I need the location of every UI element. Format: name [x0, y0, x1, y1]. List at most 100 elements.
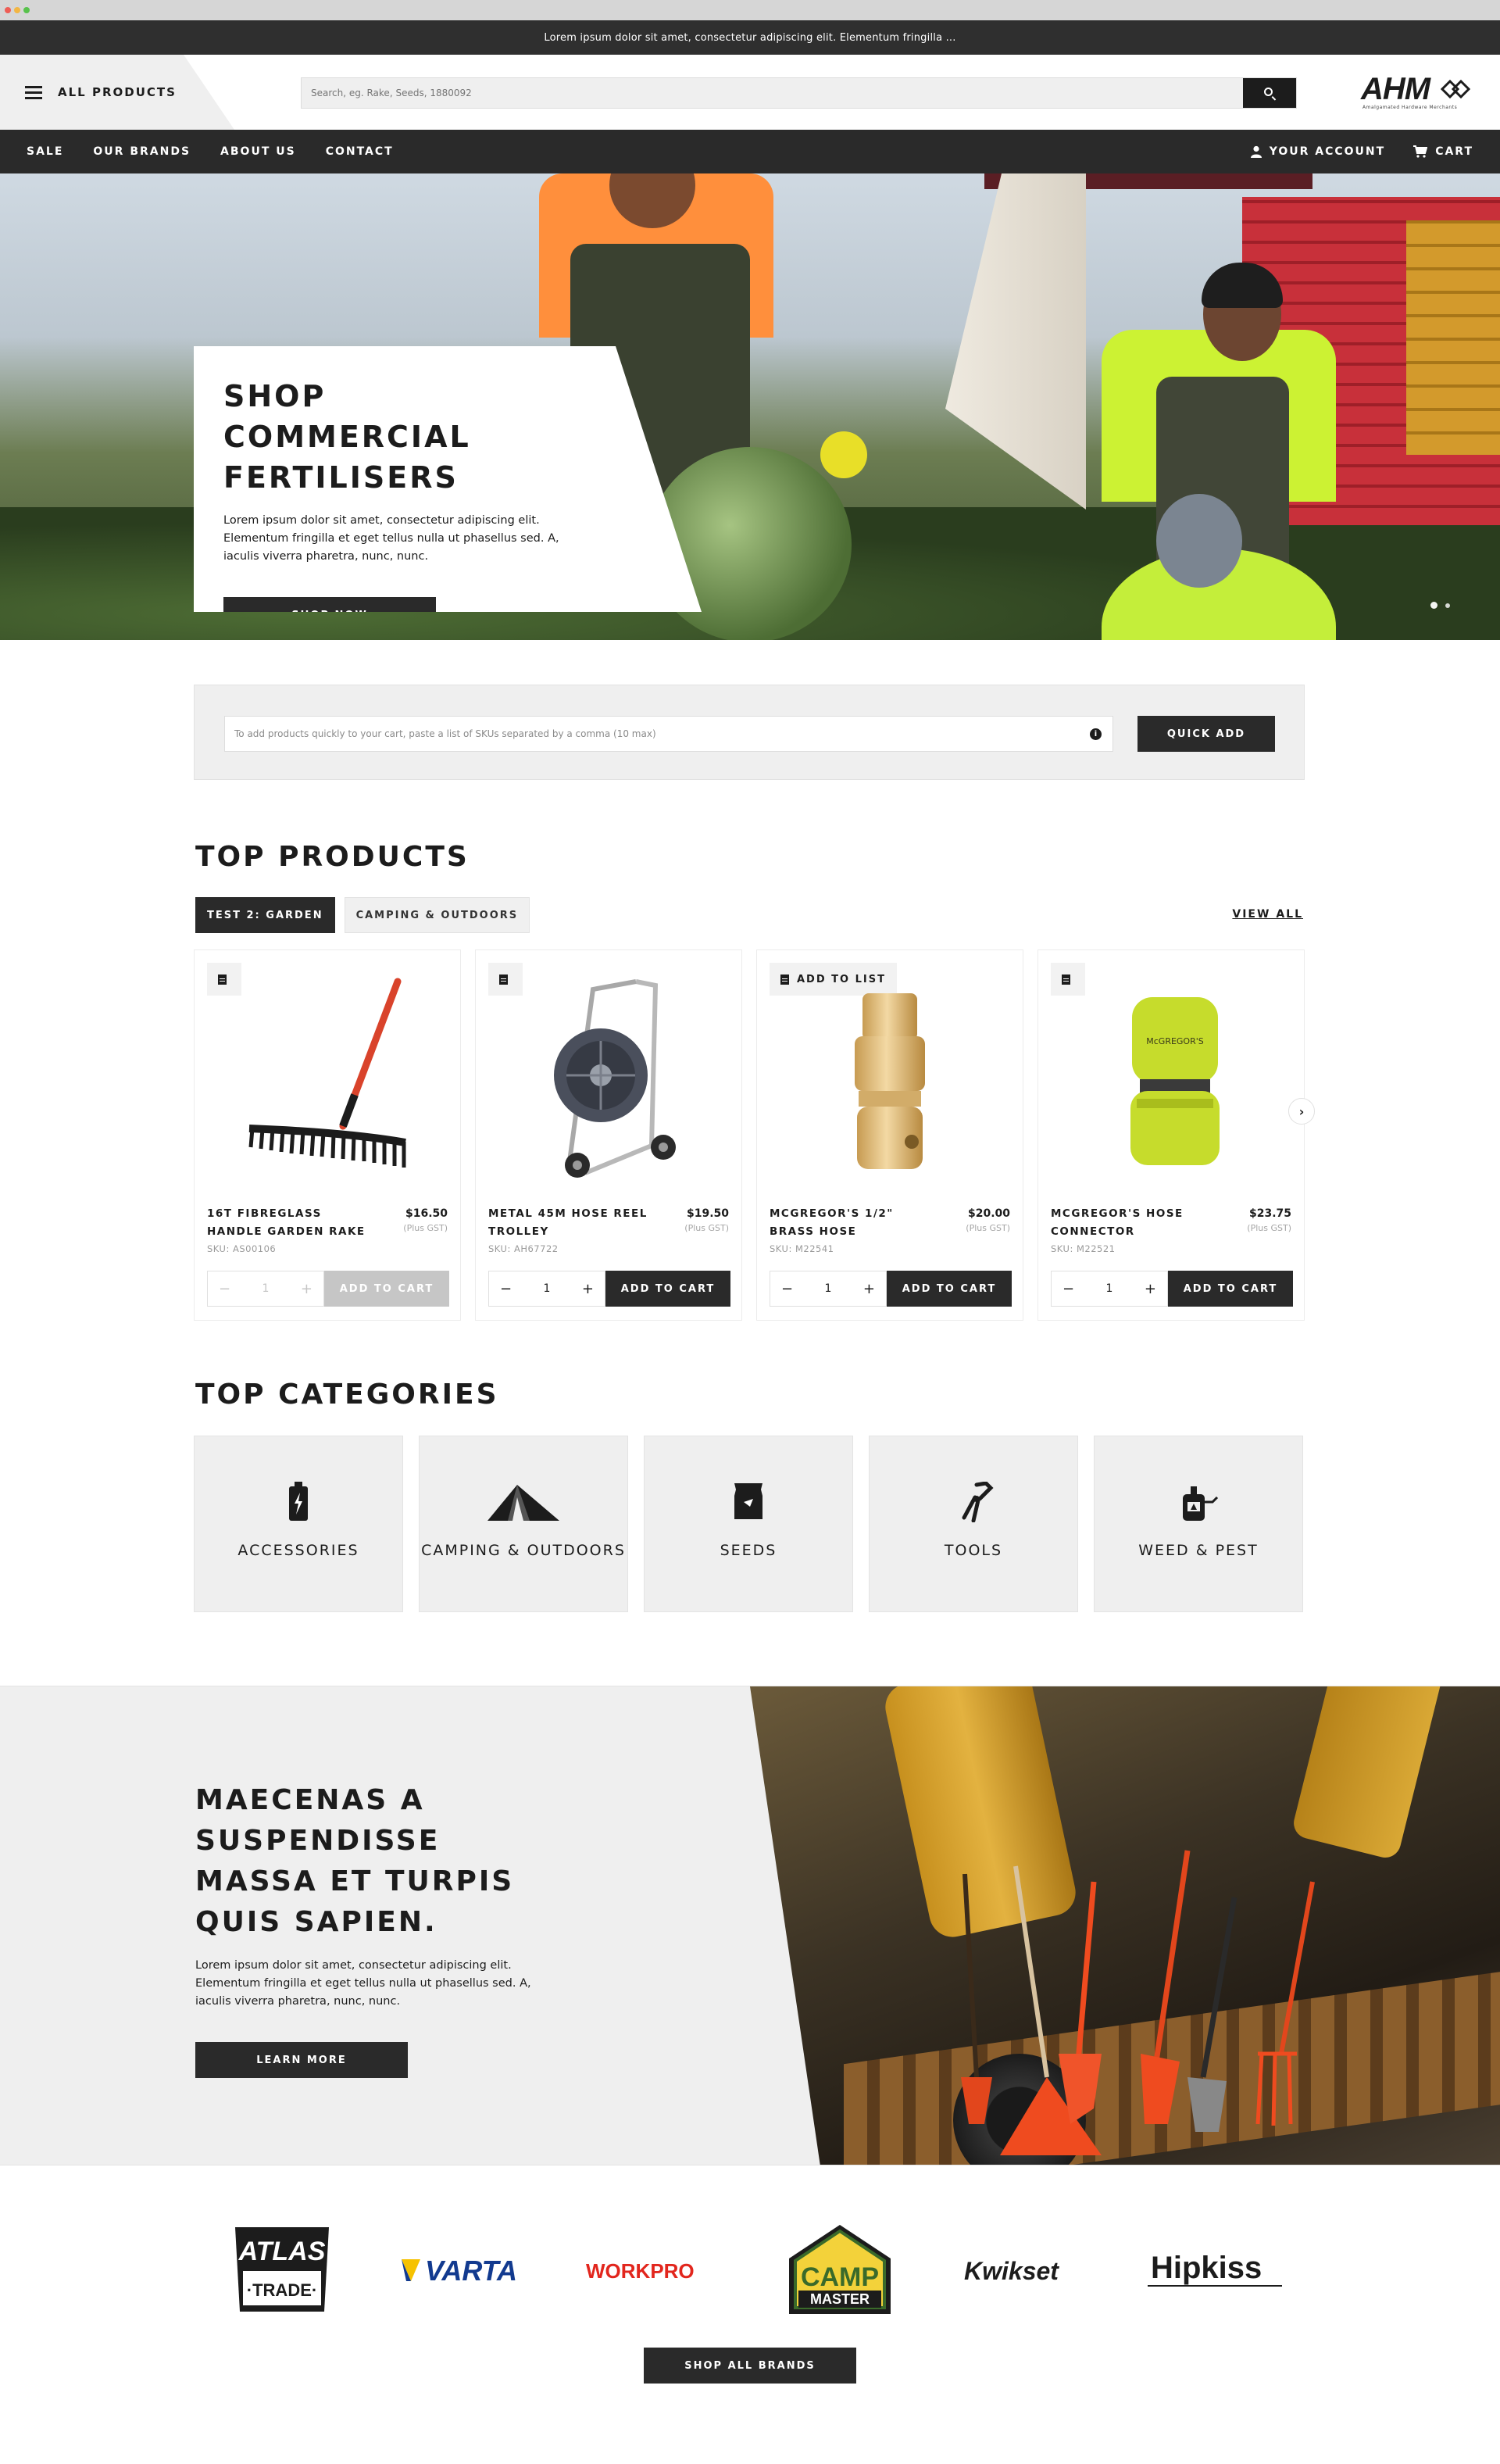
all-products-label: ALL PRODUCTS	[58, 85, 177, 99]
minimize-window-icon[interactable]	[14, 7, 20, 13]
add-to-cart-button[interactable]: ADD TO CART	[1168, 1271, 1293, 1307]
garden-tools-illustration	[961, 1850, 1315, 2155]
category-name: SEEDS	[720, 1542, 777, 1559]
add-to-cart-button[interactable]: ADD TO CART	[605, 1271, 730, 1307]
qty-minus-button[interactable]: −	[781, 1281, 793, 1297]
promo-banner: MAECENAS A SUSPENDISSE MASSA ET TURPIS Q…	[0, 1686, 1500, 2165]
category-name: ACCESSORIES	[238, 1542, 359, 1559]
tab-garden[interactable]: TEST 2: GARDEN	[195, 897, 335, 933]
quick-add-button[interactable]: QUICK ADD	[1138, 716, 1275, 752]
qty-value[interactable]: 1	[825, 1282, 832, 1295]
qty-minus-button[interactable]: −	[500, 1281, 512, 1297]
brand-camp-master-logo[interactable]: CAMP MASTER	[781, 2219, 898, 2321]
nav-our-brands[interactable]: OUR BRANDS	[93, 145, 191, 158]
close-window-icon[interactable]	[5, 7, 11, 13]
view-all-link[interactable]: VIEW ALL	[1232, 908, 1303, 921]
carousel-next-button[interactable]: ›	[1288, 1098, 1315, 1125]
price-gst-note: (Plus GST)	[966, 1223, 1010, 1233]
add-to-cart-button[interactable]: ADD TO CART	[887, 1271, 1012, 1307]
product-tabs: TEST 2: GARDEN CAMPING & OUTDOORS	[195, 897, 539, 933]
search-button[interactable]	[1243, 78, 1296, 108]
promo-title: MAECENAS A SUSPENDISSE MASSA ET TURPIS Q…	[195, 1784, 515, 1938]
tab-camping-outdoors[interactable]: CAMPING & OUTDOORS	[344, 897, 530, 933]
qty-minus-button[interactable]: −	[219, 1281, 230, 1297]
product-sku: SKU: M22521	[1051, 1243, 1116, 1254]
hipkiss-logo-text: Hipkiss	[1151, 2251, 1262, 2285]
qty-plus-button[interactable]: +	[301, 1281, 312, 1297]
slide-dot-2[interactable]	[1445, 603, 1450, 608]
nav-sale[interactable]: SALE	[27, 145, 63, 158]
search-input[interactable]	[302, 78, 1243, 108]
product-name[interactable]: MCGREGOR'S HOSE CONNECTOR	[1051, 1205, 1215, 1241]
battery-icon	[289, 1482, 308, 1521]
qty-value[interactable]: 1	[544, 1282, 551, 1295]
shop-all-brands-button[interactable]: SHOP ALL BRANDS	[644, 2348, 856, 2384]
browser-chrome	[0, 0, 1500, 20]
tent-icon	[488, 1485, 559, 1521]
category-grid: ACCESSORIES CAMPING & OUTDOORS SEEDS TOO…	[194, 1436, 1305, 1612]
brand-logos-row: ATLAS ·TRADE· VARTA WORKPRO CAMP MASTER …	[0, 2219, 1500, 2344]
connector-product-label: McGREGOR'S	[1146, 1036, 1204, 1046]
brand-workpro-logo[interactable]: WORKPRO	[586, 2219, 727, 2321]
product-name[interactable]: METAL 45M HOSE REEL TROLLEY	[488, 1205, 652, 1241]
qty-minus-button[interactable]: −	[1062, 1281, 1074, 1297]
category-name: CAMPING & OUTDOORS	[421, 1542, 626, 1559]
promo-photo-excavator-tools	[750, 1686, 1500, 2165]
brand-atlas-trade-logo[interactable]: ATLAS ·TRADE·	[225, 2219, 339, 2321]
promo-text-block: MAECENAS A SUSPENDISSE MASSA ET TURPIS Q…	[195, 1780, 562, 2078]
qty-plus-button[interactable]: +	[863, 1281, 875, 1297]
seed-packet-icon	[734, 1483, 762, 1519]
hero-slide-dots	[1423, 602, 1450, 609]
qty-plus-button[interactable]: +	[1145, 1281, 1156, 1297]
brand-hipkiss-logo[interactable]: Hipkiss	[1145, 2219, 1285, 2321]
varta-logo-text: VARTA	[425, 2255, 517, 2286]
category-tools[interactable]: TOOLS	[869, 1436, 1078, 1612]
all-products-menu-button[interactable]: ALL PRODUCTS	[0, 55, 234, 130]
sprayer-icon	[1183, 1486, 1219, 1521]
cart-label: CART	[1435, 145, 1473, 158]
product-card: 16T FIBREGLASS HANDLE GARDEN RAKE $16.50…	[194, 949, 461, 1321]
trade-logo-text: ·TRADE·	[247, 2280, 317, 2300]
quantity-stepper: − 1 +	[207, 1271, 324, 1307]
brand-varta-logo[interactable]: VARTA	[398, 2219, 539, 2321]
hose-reel-trolley-image	[554, 979, 676, 1178]
cart-link[interactable]: CART	[1413, 145, 1473, 158]
chevron-right-icon: ›	[1298, 1103, 1305, 1119]
product-name[interactable]: 16T FIBREGLASS HANDLE GARDEN RAKE	[207, 1205, 371, 1241]
cart-icon	[1413, 145, 1428, 158]
info-icon[interactable]: i	[1090, 728, 1102, 740]
category-weed-pest[interactable]: WEED & PEST	[1094, 1436, 1303, 1612]
ahm-logo[interactable]: AHM Amalgamated Hardware Merchants	[1361, 72, 1472, 114]
qty-value[interactable]: 1	[262, 1282, 270, 1295]
category-name: WEED & PEST	[1138, 1542, 1259, 1559]
category-accessories[interactable]: ACCESSORIES	[194, 1436, 403, 1612]
maximize-window-icon[interactable]	[23, 7, 30, 13]
quick-add-input[interactable]: To add products quickly to your cart, pa…	[224, 716, 1113, 752]
nav-about-us[interactable]: ABOUT US	[220, 145, 296, 158]
add-to-cart-button[interactable]: ADD TO CART	[324, 1271, 449, 1307]
hamburger-menu-icon	[25, 86, 42, 99]
quick-add-panel: To add products quickly to your cart, pa…	[194, 685, 1305, 780]
nav-contact[interactable]: CONTACT	[326, 145, 394, 158]
product-price: $16.50	[405, 1207, 448, 1220]
hero-card: SHOP COMMERCIAL FERTILISERS Lorem ipsum …	[194, 346, 702, 612]
your-account-link[interactable]: YOUR ACCOUNT	[1250, 145, 1386, 158]
user-icon	[1250, 145, 1262, 158]
category-seeds[interactable]: SEEDS	[644, 1436, 853, 1612]
quantity-stepper: − 1 +	[488, 1271, 605, 1307]
product-name[interactable]: MCGREGOR'S 1/2" BRASS HOSE	[770, 1205, 934, 1241]
hero-title: SHOP COMMERCIAL FERTILISERS	[223, 379, 471, 495]
your-account-label: YOUR ACCOUNT	[1269, 145, 1386, 158]
product-card: McGREGOR'S MCGREGOR'S HOSE CONNECTOR $23…	[1038, 949, 1305, 1321]
learn-more-button[interactable]: LEARN MORE	[195, 2042, 408, 2078]
product-price: $19.50	[686, 1207, 729, 1220]
qty-plus-button[interactable]: +	[582, 1281, 594, 1297]
qty-value[interactable]: 1	[1106, 1282, 1113, 1295]
slide-dot-1[interactable]	[1430, 602, 1438, 609]
hero-banner: SHOP COMMERCIAL FERTILISERS Lorem ipsum …	[0, 173, 1500, 640]
category-camping-outdoors[interactable]: CAMPING & OUTDOORS	[419, 1436, 628, 1612]
brand-kwikset-logo[interactable]: Kwikset	[961, 2219, 1102, 2321]
site-header: ALL PRODUCTS AHM Amalgamated Hardware Me…	[0, 55, 1500, 130]
product-price: $23.75	[1248, 1207, 1291, 1220]
logo-tagline: Amalgamated Hardware Merchants	[1362, 105, 1458, 110]
